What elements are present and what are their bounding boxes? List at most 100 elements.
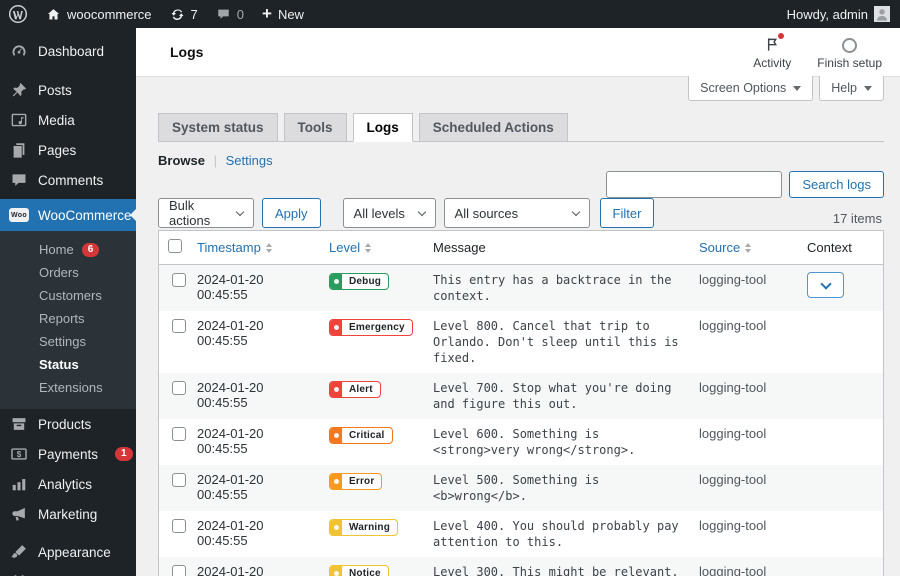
- context-toggle-button[interactable]: [807, 272, 844, 298]
- row-checkbox[interactable]: [171, 473, 186, 487]
- bulk-actions-select[interactable]: Bulk actions: [158, 198, 254, 228]
- apply-button[interactable]: Apply: [262, 198, 321, 228]
- search-input[interactable]: [606, 171, 783, 198]
- sidebar-item-analytics[interactable]: Analytics: [0, 469, 136, 499]
- comments-indicator[interactable]: 0: [216, 7, 244, 22]
- setup-progress-ring-icon: [842, 35, 858, 53]
- submenu-item-label: Reports: [39, 311, 85, 326]
- sidebar-item-woocommerce[interactable]: Woo WooCommerce: [0, 199, 136, 231]
- row-checkbox[interactable]: [171, 519, 186, 533]
- site-menu[interactable]: woocommerce: [46, 7, 152, 22]
- submenu-item-status[interactable]: Status: [0, 353, 136, 376]
- table-row: 2024-01-20 00:45:55 Error Level 500. Somet…: [159, 465, 883, 511]
- help-button[interactable]: Help: [819, 76, 884, 101]
- main-content: Logs Activity Finish setup Screen Option…: [136, 28, 900, 576]
- menu-separator: [0, 66, 136, 75]
- caret-down-icon: [864, 85, 872, 91]
- sidebar-item-marketing[interactable]: Marketing: [0, 499, 136, 529]
- level-badge: Debug: [329, 273, 390, 290]
- context-cell: [799, 265, 883, 312]
- dashboard-icon: [9, 41, 29, 61]
- chevron-down-icon: [417, 207, 426, 216]
- submenu-item-label: Customers: [39, 288, 102, 303]
- level-label: Debug: [349, 276, 382, 287]
- tab-scheduled-actions[interactable]: Scheduled Actions: [418, 113, 568, 142]
- column-header-level[interactable]: Level: [329, 240, 372, 255]
- tab-tools[interactable]: Tools: [283, 113, 347, 142]
- level-badge: Critical: [329, 427, 393, 444]
- timestamp-cell: 2024-01-20 00:45:55: [197, 380, 264, 410]
- row-checkbox[interactable]: [171, 565, 186, 576]
- level-filter-select[interactable]: All levels: [342, 198, 436, 228]
- level-cell: Emergency: [321, 311, 425, 373]
- submenu-item-home[interactable]: Home 6: [0, 238, 136, 261]
- table-header-row: Timestamp Level Message Source Context: [159, 231, 883, 265]
- source-cell: logging-tool: [699, 472, 767, 487]
- column-header-timestamp[interactable]: Timestamp: [197, 240, 272, 255]
- new-content-button[interactable]: + New: [262, 5, 304, 22]
- sidebar-item-label: Analytics: [38, 476, 93, 492]
- screen-options-button[interactable]: Screen Options: [688, 76, 814, 101]
- sidebar-item-dashboard[interactable]: Dashboard: [0, 36, 136, 66]
- sidebar-item-label: Appearance: [38, 544, 111, 560]
- tab-system-status[interactable]: System status: [158, 113, 278, 142]
- wordpress-logo[interactable]: [8, 4, 28, 24]
- header-tools: Activity Finish setup: [753, 32, 882, 70]
- row-checkbox[interactable]: [171, 427, 186, 441]
- message-cell: This entry has a backtrace in the contex…: [433, 273, 672, 303]
- activity-button[interactable]: Activity: [753, 32, 791, 70]
- search-logs-button[interactable]: Search logs: [789, 171, 884, 198]
- log-table-body: 2024-01-20 00:45:55 Debug This entry has a…: [159, 264, 883, 576]
- level-badge: Warning: [329, 519, 399, 536]
- sidebar-item-products[interactable]: Products: [0, 409, 136, 439]
- level-badge: Notice: [329, 565, 389, 576]
- plugin-icon: [9, 572, 29, 576]
- row-checkbox[interactable]: [171, 319, 186, 333]
- filter-button[interactable]: Filter: [599, 198, 655, 228]
- filter-controls: Bulk actions Apply All levels All source…: [158, 198, 655, 228]
- sidebar-item-label: Products: [38, 416, 92, 432]
- sidebar-item-pages[interactable]: Pages: [0, 135, 136, 165]
- tab-logs[interactable]: Logs: [352, 113, 413, 142]
- howdy-text: Howdy, admin: [786, 6, 868, 22]
- row-checkbox[interactable]: [171, 273, 186, 287]
- account-menu[interactable]: Howdy, admin: [787, 6, 890, 22]
- caret-down-icon: [793, 85, 802, 91]
- sidebar-item-posts[interactable]: Posts: [0, 75, 136, 105]
- site-name: woocommerce: [67, 6, 152, 22]
- submenu-item-extensions[interactable]: Extensions: [0, 376, 136, 399]
- subnav-browse[interactable]: Browse: [158, 153, 205, 168]
- sidebar-item-media[interactable]: Media: [0, 105, 136, 135]
- wordpress-logo-icon: [8, 4, 28, 24]
- sort-arrows-icon: [745, 242, 752, 253]
- source-cell: logging-tool: [699, 564, 767, 576]
- subnav-separator: |: [213, 153, 217, 168]
- table-row: 2024-01-20 00:45:55 Emergency Level 800. C…: [159, 311, 883, 373]
- finish-setup-button[interactable]: Finish setup: [817, 35, 882, 70]
- submenu-item-customers[interactable]: Customers: [0, 284, 136, 307]
- logs-toolbar: Bulk actions Apply All levels All source…: [158, 170, 884, 230]
- submenu-item-reports[interactable]: Reports: [0, 307, 136, 330]
- sidebar-item-payments[interactable]: $ Payments 1: [0, 439, 136, 469]
- bulk-actions-value: Bulk actions: [169, 198, 211, 228]
- source-filter-select[interactable]: All sources: [443, 198, 590, 228]
- current-menu-arrow-icon: [130, 209, 136, 221]
- submenu-item-settings[interactable]: Settings: [0, 330, 136, 353]
- timestamp-cell: 2024-01-20 00:45:55: [197, 564, 264, 576]
- items-count: 17 items: [832, 211, 882, 226]
- select-all-checkbox[interactable]: [168, 239, 182, 253]
- level-cell: Notice: [321, 557, 425, 576]
- updates-icon: [171, 8, 184, 20]
- submenu-item-orders[interactable]: Orders: [0, 261, 136, 284]
- subnav-settings-link[interactable]: Settings: [226, 153, 273, 168]
- screen-meta-links: Screen Options Help: [688, 76, 884, 101]
- level-label: Error: [349, 476, 375, 487]
- sidebar-item-plugins[interactable]: Plugins: [0, 567, 136, 576]
- column-header-source[interactable]: Source: [699, 240, 752, 255]
- sidebar-item-appearance[interactable]: Appearance: [0, 537, 136, 567]
- sidebar-item-comments[interactable]: Comments: [0, 165, 136, 195]
- updates-indicator[interactable]: 7: [170, 7, 198, 22]
- sidebar-item-label: Posts: [38, 82, 72, 98]
- level-label: Alert: [349, 384, 373, 395]
- row-checkbox[interactable]: [171, 381, 186, 395]
